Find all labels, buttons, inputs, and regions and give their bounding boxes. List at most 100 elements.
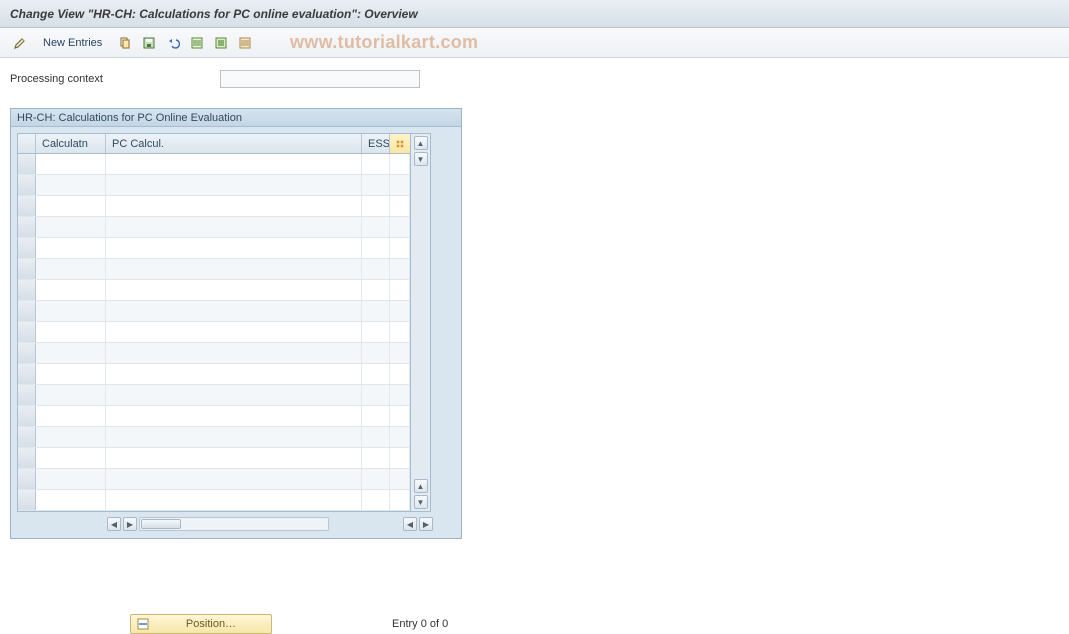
grid-select-all[interactable] <box>18 134 36 153</box>
cell-ess[interactable] <box>362 196 390 216</box>
cell-pc-calcul[interactable] <box>106 385 362 405</box>
cell-ess[interactable] <box>362 364 390 384</box>
edit-pencil-icon[interactable] <box>10 33 30 53</box>
table-row[interactable] <box>18 364 410 385</box>
cell-calculatn[interactable] <box>36 427 106 447</box>
table-row[interactable] <box>18 469 410 490</box>
scroll-down-step-icon[interactable]: ▼ <box>414 152 428 166</box>
cell-pc-calcul[interactable] <box>106 280 362 300</box>
scroll-first-icon[interactable]: ◀ <box>107 517 121 531</box>
scroll-left-icon[interactable]: ▶ <box>123 517 137 531</box>
row-selector[interactable] <box>18 406 36 426</box>
cell-ess[interactable] <box>362 175 390 195</box>
cell-pc-calcul[interactable] <box>106 322 362 342</box>
cell-ess[interactable] <box>362 385 390 405</box>
column-header-ess[interactable]: ESS <box>362 134 390 153</box>
cell-pc-calcul[interactable] <box>106 406 362 426</box>
cell-pc-calcul[interactable] <box>106 196 362 216</box>
cell-pc-calcul[interactable] <box>106 238 362 258</box>
deselect-icon[interactable] <box>235 33 255 53</box>
cell-calculatn[interactable] <box>36 469 106 489</box>
cell-calculatn[interactable] <box>36 406 106 426</box>
table-row[interactable] <box>18 217 410 238</box>
row-selector[interactable] <box>18 259 36 279</box>
row-selector[interactable] <box>18 427 36 447</box>
column-header-pc-calcul[interactable]: PC Calcul. <box>106 134 362 153</box>
row-selector[interactable] <box>18 322 36 342</box>
row-selector[interactable] <box>18 196 36 216</box>
cell-pc-calcul[interactable] <box>106 175 362 195</box>
row-selector[interactable] <box>18 217 36 237</box>
cell-calculatn[interactable] <box>36 385 106 405</box>
cell-calculatn[interactable] <box>36 490 106 510</box>
cell-pc-calcul[interactable] <box>106 301 362 321</box>
table-row[interactable] <box>18 448 410 469</box>
table-row[interactable] <box>18 322 410 343</box>
cell-calculatn[interactable] <box>36 364 106 384</box>
cell-pc-calcul[interactable] <box>106 448 362 468</box>
cell-calculatn[interactable] <box>36 322 106 342</box>
row-selector[interactable] <box>18 154 36 174</box>
table-row[interactable] <box>18 490 410 511</box>
cell-ess[interactable] <box>362 406 390 426</box>
cell-ess[interactable] <box>362 343 390 363</box>
cell-ess[interactable] <box>362 238 390 258</box>
cell-pc-calcul[interactable] <box>106 490 362 510</box>
table-row[interactable] <box>18 385 410 406</box>
hscroll-thumb[interactable] <box>141 519 181 529</box>
cell-calculatn[interactable] <box>36 196 106 216</box>
row-selector[interactable] <box>18 343 36 363</box>
scroll-up-step-icon[interactable]: ▲ <box>414 479 428 493</box>
row-selector[interactable] <box>18 448 36 468</box>
cell-ess[interactable] <box>362 427 390 447</box>
cell-ess[interactable] <box>362 217 390 237</box>
undo-icon[interactable] <box>163 33 183 53</box>
row-selector[interactable] <box>18 301 36 321</box>
cell-ess[interactable] <box>362 280 390 300</box>
cell-pc-calcul[interactable] <box>106 217 362 237</box>
cell-calculatn[interactable] <box>36 301 106 321</box>
scroll-down-icon[interactable]: ▼ <box>414 495 428 509</box>
cell-calculatn[interactable] <box>36 280 106 300</box>
cell-calculatn[interactable] <box>36 238 106 258</box>
cell-calculatn[interactable] <box>36 217 106 237</box>
cell-pc-calcul[interactable] <box>106 364 362 384</box>
table-row[interactable] <box>18 406 410 427</box>
cell-ess[interactable] <box>362 469 390 489</box>
row-selector[interactable] <box>18 385 36 405</box>
cell-pc-calcul[interactable] <box>106 259 362 279</box>
cell-pc-calcul[interactable] <box>106 343 362 363</box>
cell-ess[interactable] <box>362 301 390 321</box>
scroll-right-icon[interactable]: ◀ <box>403 517 417 531</box>
table-settings-icon[interactable] <box>390 134 410 153</box>
processing-context-input[interactable] <box>220 70 420 88</box>
select-all-icon[interactable] <box>187 33 207 53</box>
new-entries-button[interactable]: New Entries <box>34 33 111 53</box>
grid-horizontal-scrollbar[interactable]: ◀ ▶ ◀ ▶ <box>17 514 457 534</box>
scroll-up-icon[interactable]: ▲ <box>414 136 428 150</box>
grid-vertical-scrollbar[interactable]: ▲ ▼ ▲ ▼ <box>411 133 431 512</box>
table-row[interactable] <box>18 259 410 280</box>
cell-calculatn[interactable] <box>36 175 106 195</box>
cell-pc-calcul[interactable] <box>106 469 362 489</box>
cell-ess[interactable] <box>362 154 390 174</box>
cell-pc-calcul[interactable] <box>106 427 362 447</box>
table-row[interactable] <box>18 238 410 259</box>
save-variant-icon[interactable] <box>139 33 159 53</box>
table-row[interactable] <box>18 154 410 175</box>
copy-icon[interactable] <box>115 33 135 53</box>
column-header-calculatn[interactable]: Calculatn <box>36 134 106 153</box>
table-row[interactable] <box>18 280 410 301</box>
cell-calculatn[interactable] <box>36 343 106 363</box>
table-row[interactable] <box>18 427 410 448</box>
row-selector[interactable] <box>18 469 36 489</box>
table-row[interactable] <box>18 301 410 322</box>
cell-pc-calcul[interactable] <box>106 154 362 174</box>
cell-ess[interactable] <box>362 448 390 468</box>
cell-ess[interactable] <box>362 259 390 279</box>
row-selector[interactable] <box>18 175 36 195</box>
position-button[interactable]: Position… <box>130 614 272 634</box>
row-selector[interactable] <box>18 490 36 510</box>
table-row[interactable] <box>18 343 410 364</box>
cell-calculatn[interactable] <box>36 448 106 468</box>
